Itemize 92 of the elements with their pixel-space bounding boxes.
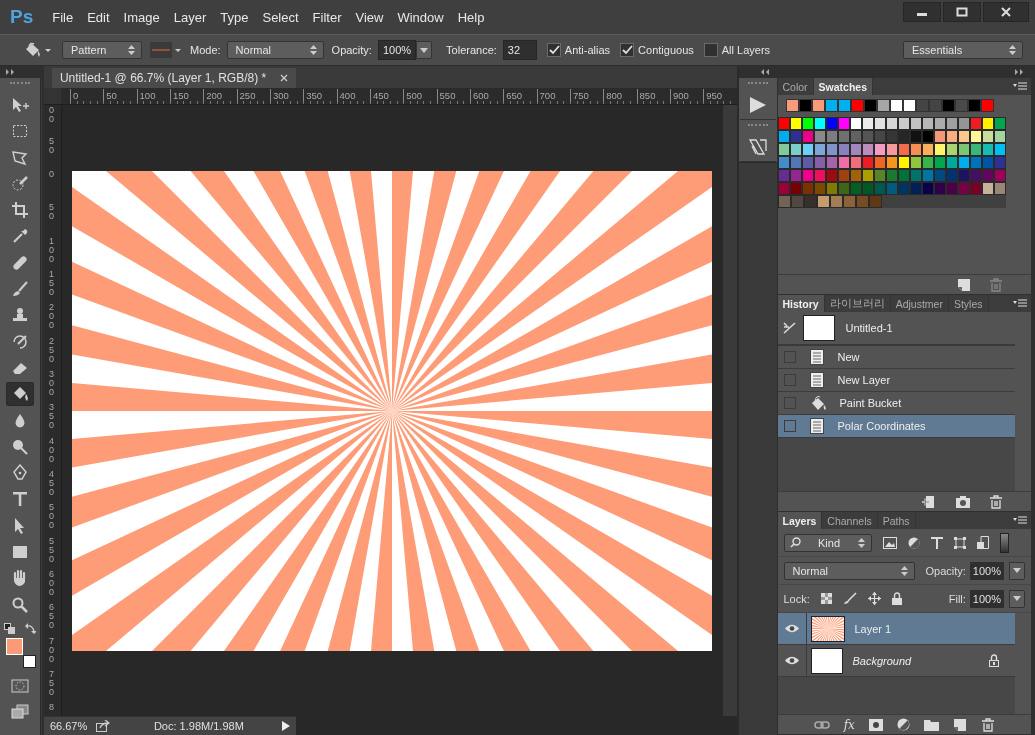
ruler-label: 650 [503,89,523,102]
opacity-label: Opacity: [331,44,372,56]
layer-name: Background [852,654,913,667]
ruler-label: 250 [236,89,256,102]
menu-item[interactable]: Layer [166,5,214,29]
checkbox-label: Contiguous [638,44,694,56]
opacity-label: Opacity: [925,564,966,577]
history-state[interactable]: New [777,346,1015,369]
ruler-label: 00 [48,106,54,124]
ruler-label: 200 [48,303,54,331]
fill-source-dropdown[interactable]: Pattern [62,41,142,59]
ruler-label: 500 [48,503,54,531]
ruler-label: 50 [48,203,54,222]
zoom-level[interactable]: 66.67% [49,720,88,732]
tolerance-field[interactable]: 32 [502,40,537,60]
ruler-label: 700 [48,636,54,664]
ruler-label: 100 [48,236,54,264]
document-tab[interactable]: Untitled-1 @ 66.7% (Layer 1, RGB/8) * [51,68,297,88]
menu-item[interactable]: File [45,5,81,29]
workspace-dropdown[interactable]: Essentials [903,41,1023,59]
ruler-label: 50 [48,136,54,155]
checkbox-label: All Layers [721,44,771,56]
ruler-label: 450 [369,89,389,102]
opacity-field[interactable]: 100% [969,561,1004,580]
ruler-label: 500 [403,89,423,102]
ruler-label: 400 [48,436,54,464]
ruler-label: 150 [48,270,54,297]
ruler-label: 300 [48,370,54,397]
layer-filter-dropdown[interactable]: Kind [783,533,872,552]
history-state-label: Polar Coordinates [837,420,926,432]
ruler-label: 450 [48,470,54,497]
history-state[interactable]: Paint Bucket [777,392,1015,415]
ruler-label: 600 [469,89,489,102]
menu-item[interactable]: View [348,5,391,29]
tolerance-label: Tolerance: [446,44,497,56]
ruler-label: 0 [69,89,79,102]
snapshot-row[interactable]: Untitled-1 [777,312,1015,346]
lock-label: Lock: [783,592,810,605]
ruler-label: 550 [48,536,54,564]
ruler-label: 750 [569,89,589,102]
ruler-label: 150 [169,89,189,102]
ruler-label: 550 [436,89,456,102]
blend-mode-dropdown[interactable]: Normal [783,561,915,580]
opacity-field[interactable]: 100% [377,40,417,60]
ruler-label: 350 [48,403,54,431]
panel-tab[interactable]: History [777,295,825,312]
panel-tab[interactable]: Color [777,78,814,95]
ruler-label: 350 [303,89,323,102]
panel-tab[interactable]: Swatches [813,78,874,95]
history-state-label: Paint Bucket [839,397,902,409]
panel-tab[interactable]: Paths [877,512,916,529]
menu-item[interactable]: Filter [305,5,349,29]
mode-dropdown[interactable]: Normal [226,41,324,59]
ruler-label: 50 [103,89,117,102]
menu-item[interactable]: Edit [80,5,117,29]
panel-tab[interactable]: Channels [822,512,878,529]
ruler-label: 850 [636,89,656,102]
checkbox-label: Anti-alias [564,44,611,56]
ruler-label: 900 [669,89,689,102]
ruler-label: 650 [48,603,54,631]
ruler-label: 300 [269,89,289,102]
panel-tab[interactable]: Layers [777,512,823,529]
menu-item[interactable]: Type [213,5,256,29]
fill-field[interactable]: 100% [969,589,1004,608]
menu-item[interactable]: Image [116,5,167,29]
history-state-label: New Layer [837,374,891,386]
ruler-label: 800 [603,89,623,102]
menu-item[interactable]: Select [255,5,306,29]
ruler-label: 400 [336,89,356,102]
ruler-label: 600 [48,570,54,597]
menu-item[interactable]: Window [390,5,451,29]
menu-item[interactable]: Help [450,5,492,29]
ruler-label: 200 [203,89,223,102]
layer-name: Layer 1 [854,622,893,635]
ruler-label: 250 [48,336,54,364]
ruler-label: 100 [136,89,156,102]
ruler-label: 0 [48,170,54,179]
fx-button[interactable]: fx [843,717,855,732]
history-state-label: New [837,351,860,363]
ruler-label: 700 [536,89,556,102]
ruler-label: 750 [48,670,54,697]
history-state[interactable]: Polar Coordinates [777,415,1015,438]
snapshot-name: Untitled-1 [845,322,893,334]
history-state[interactable]: New Layer [777,369,1015,392]
layer-row[interactable]: Background [777,645,1015,677]
app-logo: Ps [10,6,34,28]
layer-row[interactable]: Layer 1 [777,613,1015,645]
ruler-label: 950 [703,89,723,102]
mode-label: Mode: [190,44,221,56]
document-size: Doc: 1.98M/1.98M [153,720,244,732]
ruler-label: 8 [48,703,54,713]
fill-label: Fill: [948,592,966,605]
